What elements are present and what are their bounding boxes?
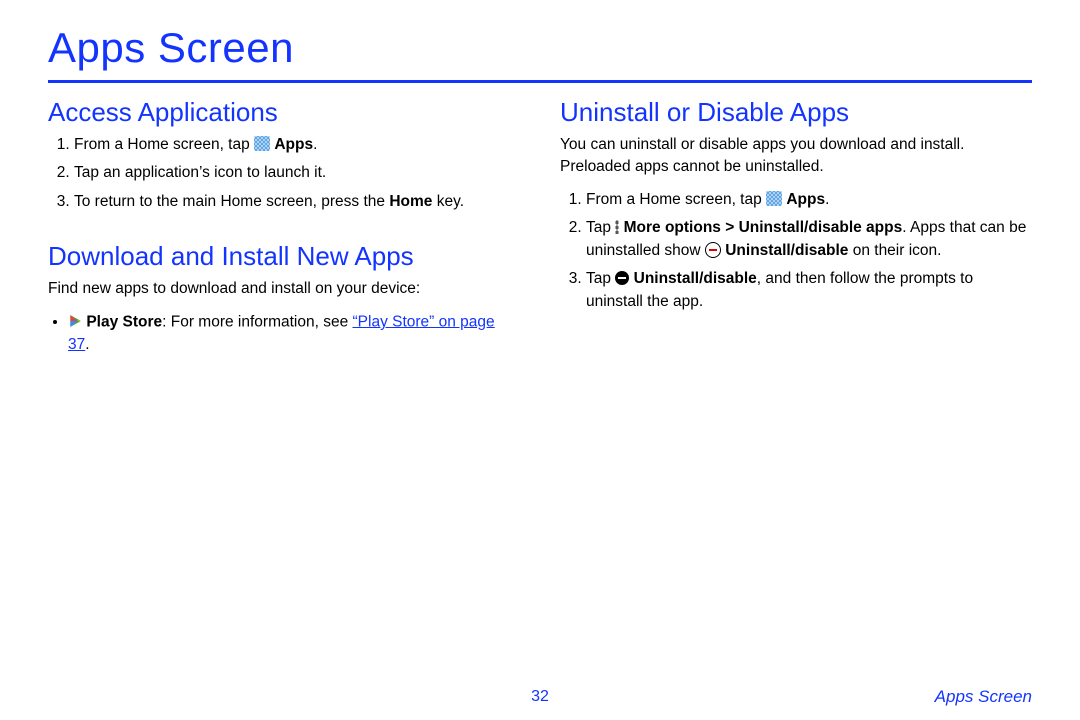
text: .	[313, 136, 317, 153]
download-intro: Find new apps to download and install on…	[48, 278, 520, 300]
list-item: From a Home screen, tap Apps.	[586, 189, 1032, 211]
list-item: Tap Uninstall/disable, and then follow t…	[586, 268, 1032, 313]
uninstall-solid-icon	[615, 271, 629, 285]
bold-text: Apps	[274, 136, 313, 153]
bold-text: More options > Uninstall/disable apps	[624, 219, 903, 236]
text: key.	[437, 193, 464, 210]
text: .	[85, 336, 89, 353]
bold-text: Apps	[786, 191, 825, 208]
footer-caption: Apps Screen	[935, 687, 1032, 707]
text: From a Home screen, tap	[586, 191, 766, 208]
apps-grid-icon	[254, 136, 270, 151]
uninstall-intro: You can uninstall or disable apps you do…	[560, 134, 1032, 179]
more-options-icon	[615, 220, 619, 234]
text: From a Home screen, tap	[74, 136, 254, 153]
apps-grid-icon	[766, 191, 782, 206]
right-column: Uninstall or Disable Apps You can uninst…	[560, 97, 1032, 362]
play-store-icon	[68, 310, 82, 332]
text: : For more information, see	[162, 313, 352, 330]
list-item: Tap an application’s icon to launch it.	[74, 162, 520, 184]
text: .	[825, 191, 829, 208]
uninstall-steps: From a Home screen, tap Apps. Tap More o…	[560, 189, 1032, 313]
bold-text: Play Store	[86, 313, 162, 330]
access-apps-steps: From a Home screen, tap Apps. Tap an app…	[48, 134, 520, 213]
bold-text: Uninstall/disable	[725, 242, 848, 259]
text: on their icon.	[848, 242, 941, 259]
list-item: Play Store: For more information, see “P…	[68, 311, 520, 356]
uninstall-outline-icon	[705, 242, 721, 258]
title-rule	[48, 80, 1032, 83]
text: To return to the main Home screen, press…	[74, 193, 389, 210]
text: Tap	[586, 219, 615, 236]
page-number: 32	[531, 688, 549, 706]
heading-uninstall-disable: Uninstall or Disable Apps	[560, 97, 1032, 128]
list-item: From a Home screen, tap Apps.	[74, 134, 520, 156]
left-column: Access Applications From a Home screen, …	[48, 97, 520, 362]
list-item: Tap More options > Uninstall/disable app…	[586, 217, 1032, 262]
download-list: Play Store: For more information, see “P…	[48, 311, 520, 356]
bold-text: Home	[389, 193, 432, 210]
heading-download-install: Download and Install New Apps	[48, 241, 520, 272]
text: Tap	[586, 270, 615, 287]
list-item: To return to the main Home screen, press…	[74, 191, 520, 213]
heading-access-applications: Access Applications	[48, 97, 520, 128]
bold-text: Uninstall/disable	[634, 270, 757, 287]
page-title: Apps Screen	[48, 24, 1032, 72]
